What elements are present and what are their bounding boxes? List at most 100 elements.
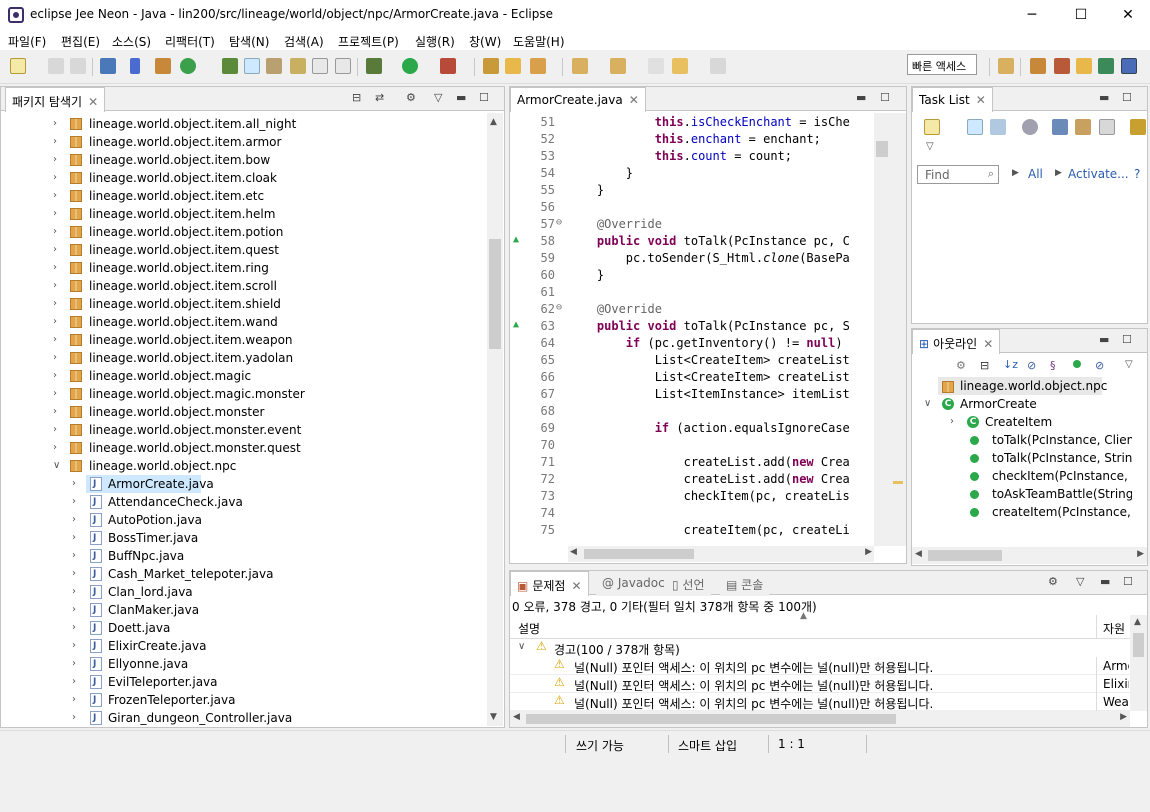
code-line[interactable]: this.isCheckEnchant = isChe: [568, 114, 850, 131]
last-edit-icon[interactable]: [648, 58, 664, 74]
collapse-all-icon[interactable]: ⊟: [980, 359, 989, 372]
new-java-class-icon[interactable]: [180, 58, 196, 74]
tab-problems[interactable]: ▣ 문제점 ✕: [510, 571, 589, 596]
task-repo-icon[interactable]: [1130, 119, 1146, 135]
menu-file[interactable]: 파일(F): [8, 33, 46, 50]
view-menu-icon[interactable]: ⚙: [1048, 575, 1058, 588]
toggle-mark-occurrences-icon[interactable]: [244, 58, 260, 74]
folder-icon[interactable]: [505, 58, 521, 74]
sort-icon[interactable]: ↓z: [1003, 358, 1018, 371]
close-window-button[interactable]: ✕: [1113, 4, 1143, 26]
debug-perspective-icon[interactable]: [1054, 58, 1070, 74]
hide-non-public-icon[interactable]: [1073, 360, 1081, 368]
code-line[interactable]: checkItem(pc, createLis: [568, 488, 850, 505]
tab-package-explorer[interactable]: 패키지 탐색기 ✕: [5, 87, 106, 112]
open-perspective-icon[interactable]: [998, 58, 1014, 74]
open-folder-icon[interactable]: [483, 58, 499, 74]
open-type-icon[interactable]: [222, 58, 238, 74]
prev-annotation-icon[interactable]: [610, 58, 626, 74]
menu-run[interactable]: 실행(R): [415, 33, 455, 50]
chevron-right-icon[interactable]: ›: [72, 475, 76, 493]
problem-row[interactable]: 널(Null) 포인터 액세스: 이 위치의 pc 변수에는 널(null)만 …: [510, 675, 1130, 693]
editor-hscroll[interactable]: ◀ ▶: [568, 546, 874, 562]
chevron-right-icon[interactable]: ›: [53, 151, 57, 169]
view-menu-icon[interactable]: ⚙: [406, 91, 416, 104]
java-file-node[interactable]: › Doett.java: [1, 619, 487, 637]
menu-project[interactable]: 프로젝트(P): [338, 33, 399, 50]
hide-fields-icon[interactable]: ⊘: [1027, 359, 1036, 372]
code-line[interactable]: createItem(pc, createLi: [568, 522, 850, 539]
all-link[interactable]: All: [1028, 167, 1043, 181]
java-file-node[interactable]: › BuffNpc.java: [1, 547, 487, 565]
code-line[interactable]: pc.toSender(S_Html.clone(BasePa: [568, 250, 850, 267]
code-line[interactable]: @Override: [568, 216, 662, 233]
problem-row[interactable]: 널(Null) 포인터 액세스: 이 위치의 pc 변수에는 널(null)만 …: [510, 693, 1130, 711]
chevron-right-icon[interactable]: ›: [72, 619, 76, 637]
outline-item[interactable]: createItem(PcInstance, List<: [912, 503, 1132, 521]
collapse-all-icon[interactable]: ⊟: [352, 91, 361, 104]
chevron-right-icon[interactable]: ›: [72, 673, 76, 691]
menu-window[interactable]: 창(W): [469, 33, 501, 50]
outline-item[interactable]: › C CreateItem: [912, 413, 1132, 431]
activate-link[interactable]: Activate...: [1068, 167, 1129, 181]
menu-navigate[interactable]: 탐색(N): [229, 33, 269, 50]
problems-vscroll[interactable]: ▲: [1130, 615, 1147, 711]
chevron-right-icon[interactable]: ›: [72, 493, 76, 511]
package-node[interactable]: › lineage.world.object.item.yadolan: [1, 349, 487, 367]
warning-group-row[interactable]: ∨ 경고(100 / 378개 항목): [510, 639, 1130, 657]
chevron-right-icon[interactable]: ›: [53, 331, 57, 349]
outline-hscroll[interactable]: ◀ ▶: [912, 547, 1147, 564]
tab-task-list[interactable]: Task List ✕: [912, 87, 993, 112]
chevron-right-icon[interactable]: ›: [72, 547, 76, 565]
java-file-node[interactable]: › BossTimer.java: [1, 529, 487, 547]
view-menu-dropdown-icon[interactable]: ▽: [926, 141, 934, 152]
chevron-right-icon[interactable]: ›: [53, 223, 57, 241]
fold-icon[interactable]: ⊖: [556, 217, 562, 228]
close-icon[interactable]: ✕: [629, 93, 639, 107]
package-tree-scrollbar[interactable]: ▲ ▼: [487, 113, 503, 726]
java-perspective-icon[interactable]: [1121, 58, 1137, 74]
new-task-icon[interactable]: [924, 119, 940, 135]
problems-hscroll[interactable]: ◀ ▶: [510, 711, 1130, 727]
debug-icon[interactable]: [366, 58, 382, 74]
chevron-right-icon[interactable]: ›: [72, 601, 76, 619]
package-node[interactable]: › lineage.world.object.item.all_night: [1, 115, 487, 133]
run-icon[interactable]: [402, 58, 418, 74]
view-menu-dropdown-icon[interactable]: ▽: [434, 91, 442, 104]
resource-column-header[interactable]: 자원: [1103, 620, 1125, 637]
package-node[interactable]: › lineage.world.object.item.wand: [1, 313, 487, 331]
open-task-icon[interactable]: [290, 58, 306, 74]
chevron-right-icon[interactable]: ›: [53, 115, 57, 133]
quick-access-input[interactable]: 빠른 액세스: [907, 54, 977, 75]
menu-help[interactable]: 도움말(H): [513, 33, 565, 50]
package-node[interactable]: › lineage.world.object.magic.monster: [1, 385, 487, 403]
package-node[interactable]: › lineage.world.object.item.quest: [1, 241, 487, 259]
find-input[interactable]: Find ⌕: [917, 165, 999, 184]
package-node[interactable]: › lineage.world.object.item.scroll: [1, 277, 487, 295]
code-line[interactable]: public void toTalk(PcInstance pc, S: [568, 318, 850, 335]
minimize-view-icon[interactable]: ▬: [1099, 333, 1109, 346]
minimize-view-icon[interactable]: ▬: [456, 91, 466, 104]
outline-item[interactable]: toTalk(PcInstance, String, St: [912, 449, 1132, 467]
focus-icon[interactable]: ⚙: [956, 359, 966, 372]
chevron-right-icon[interactable]: ›: [72, 691, 76, 709]
scheduled-icon[interactable]: [990, 119, 1006, 135]
chevron-right-icon[interactable]: ›: [53, 259, 57, 277]
java-file-node[interactable]: › ElixirCreate.java: [1, 637, 487, 655]
chevron-right-icon[interactable]: ›: [53, 367, 57, 385]
tab-declaration[interactable]: ▯ 선언: [666, 571, 711, 596]
java-file-node[interactable]: › ClanMaker.java: [1, 601, 487, 619]
java-file-node[interactable]: › Ellyonne.java: [1, 655, 487, 673]
tab-console[interactable]: ▤ 콘솔: [720, 571, 770, 596]
save-all-icon[interactable]: [70, 58, 86, 74]
chevron-down-icon[interactable]: ∨: [53, 457, 60, 475]
package-node[interactable]: › lineage.world.object.item.armor: [1, 133, 487, 151]
code-line[interactable]: List<ItemInstance> itemList: [568, 386, 850, 403]
package-node[interactable]: › lineage.world.object.monster.event: [1, 421, 487, 439]
code-line[interactable]: }: [568, 182, 604, 199]
chevron-right-icon[interactable]: ›: [53, 313, 57, 331]
java-file-node[interactable]: › AutoPotion.java: [1, 511, 487, 529]
chevron-right-icon[interactable]: ›: [53, 205, 57, 223]
code-editor[interactable]: 51 this.isCheckEnchant = isChe 52 this.en…: [510, 114, 875, 547]
outline-item[interactable]: ∨ C ArmorCreate: [912, 395, 1132, 413]
